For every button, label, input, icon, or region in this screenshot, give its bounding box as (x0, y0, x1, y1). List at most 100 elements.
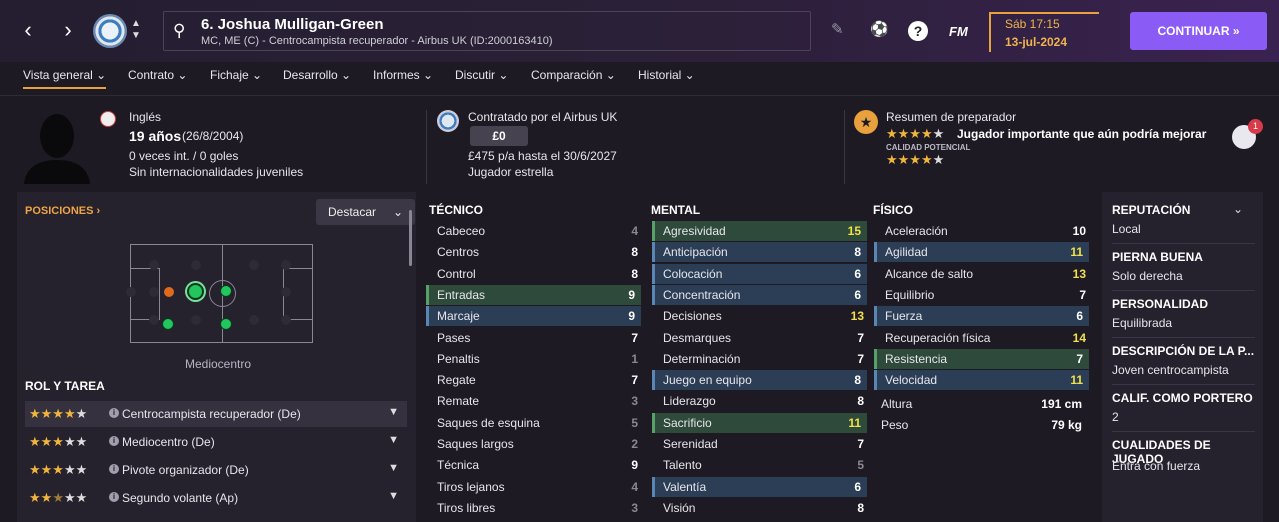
position-dot-main (187, 283, 204, 300)
role-label: Pivote organizador (De) (122, 463, 249, 477)
date-box[interactable]: Sáb 17:15 13-jul-2024 (989, 12, 1099, 52)
highlight-label: Destacar (328, 205, 377, 219)
attribute-name: Entradas (437, 287, 486, 302)
fm-logo[interactable]: FM (949, 24, 968, 39)
attribute-row: Centros 8 (429, 242, 644, 262)
contract-club[interactable]: Contratado por el Airbus UK (468, 110, 617, 124)
weight-label: Peso (881, 418, 909, 432)
edit-icon[interactable]: ✎ (831, 20, 844, 38)
divider (844, 110, 845, 184)
role-row[interactable]: ★★★★★ i Mediocentro (De) ▼ (25, 429, 407, 455)
positions-panel: POSICIONES › Destacar ⌄ Mediocentro ROL Y… (17, 192, 416, 522)
info-icon[interactable]: i (109, 436, 119, 446)
wage: £475 p/a hasta el 30/6/2027 (468, 149, 617, 163)
stars-icon: ★★★★★ (29, 462, 88, 477)
tab-contrato[interactable]: Contrato ⌄ (128, 68, 187, 82)
attribute-name: Recuperación física (885, 330, 991, 345)
tab-vista-general[interactable]: Vista general ⌄ (23, 68, 107, 89)
back-arrow-icon[interactable]: ‹ (18, 18, 38, 42)
attribute-row: Valentía 6 (652, 476, 867, 497)
squad-status: Jugador estrella (468, 165, 554, 179)
ball-icon[interactable]: ⚽ (870, 20, 889, 38)
role-row[interactable]: ★★★★★ i Centrocampista recuperador (De) … (25, 401, 407, 427)
attribute-name: Tiros lejanos (437, 479, 505, 494)
tab-label: Fichaje (210, 68, 249, 82)
attribute-row: Fuerza 6 (874, 306, 1089, 327)
attribute-row: Sacrificio 11 (652, 412, 867, 433)
positions-title: POSICIONES (25, 205, 94, 217)
position-label: Mediocentro (185, 357, 252, 371)
position-pitch (126, 244, 313, 343)
attribute-value: 8 (854, 245, 861, 260)
tab-bar: Vista general ⌄ Contrato ⌄ Fichaje ⌄ Des… (0, 62, 1279, 149)
attribute-row: Entradas 9 (426, 284, 641, 305)
chevron-down-icon[interactable]: ▼ (388, 462, 399, 474)
attribute-value: 2 (631, 437, 638, 451)
attribute-row: Agresividad 15 (652, 221, 867, 241)
attribute-row: Saques largos 2 (429, 434, 644, 454)
tab-fichaje[interactable]: Fichaje ⌄ (210, 68, 262, 82)
age: 19 años (129, 128, 182, 144)
info-icon[interactable]: i (109, 408, 119, 418)
info-icon[interactable]: i (109, 492, 119, 502)
help-icon[interactable]: ? (908, 21, 928, 41)
stars-icon: ★★★★★ (29, 406, 88, 421)
position-dot (220, 318, 232, 330)
attribute-name: Regate (437, 373, 476, 388)
attribute-name: Penaltis (437, 351, 480, 366)
attribute-row: Visión 8 (655, 498, 870, 518)
caps: 0 veces int. / 0 goles (129, 149, 239, 163)
chevron-down-icon[interactable]: ▼ (388, 434, 399, 446)
chevron-down-icon[interactable]: ▼ (388, 490, 399, 502)
attribute-value: 14 (1072, 330, 1086, 345)
player-name: 6. Joshua Mulligan-Green (201, 16, 384, 33)
personality-value: Equilibrada (1112, 316, 1173, 330)
role-row[interactable]: ★★★★★ i Pivote organizador (De) ▼ (25, 457, 407, 483)
attribute-name: Alcance de salto (885, 266, 974, 281)
roles-scrollbar[interactable] (409, 210, 412, 266)
tab-historial[interactable]: Historial ⌄ (638, 68, 695, 82)
top-bar: ‹ › ▲ ▼ ⚲ 6. Joshua Mulligan-Green MC, ME… (0, 0, 1279, 62)
positions-link[interactable]: POSICIONES › (25, 205, 100, 217)
height-value: 191 cm (1041, 397, 1082, 411)
chevron-down-icon[interactable]: ⌄ (1233, 202, 1243, 216)
tab-discutir[interactable]: Discutir ⌄ (455, 68, 508, 82)
tab-informes[interactable]: Informes ⌄ (373, 68, 433, 82)
stars-icon: ★★★★★ (29, 434, 88, 449)
value-pill[interactable]: £0 (470, 126, 528, 146)
forward-arrow-icon[interactable]: › (58, 18, 78, 42)
attribute-name: Desmarques (663, 330, 732, 345)
roles-title: ROL Y TAREA (25, 379, 105, 393)
attribute-row: Remate 3 (429, 391, 644, 411)
attribute-name: Agilidad (885, 245, 928, 260)
attribute-value: 8 (857, 394, 864, 409)
divider (1112, 290, 1255, 291)
player-search-box[interactable]: ⚲ 6. Joshua Mulligan-Green MC, ME (C) - … (163, 11, 811, 51)
attribute-name: Liderazgo (663, 394, 716, 409)
role-row[interactable]: ★★★★★ i Segundo volante (Ap) ▼ (25, 485, 407, 511)
attribute-row: Aceleración 10 (877, 221, 1092, 241)
dob: (26/8/2004) (182, 129, 244, 143)
attribute-value: 13 (850, 309, 864, 324)
tab-comparacion[interactable]: Comparación ⌄ (531, 68, 616, 82)
player-info-strip: Inglés 19 años (26/8/2004) 0 veces int. … (0, 96, 1279, 188)
club-badge-icon[interactable] (93, 14, 127, 48)
height-label: Altura (881, 397, 913, 411)
chevron-down-icon[interactable]: ▼ (388, 406, 399, 418)
attribute-name: Concentración (663, 287, 741, 302)
attribute-value: 7 (857, 351, 864, 366)
highlight-dropdown[interactable]: Destacar ⌄ (316, 199, 415, 225)
continue-button[interactable]: CONTINUAR » (1130, 12, 1267, 50)
attribute-row: Cabeceo 4 (429, 221, 644, 241)
attribute-row: Saques de esquina 5 (429, 413, 644, 433)
tecnico-title: TÉCNICO (429, 203, 483, 217)
attribute-value: 7 (1076, 351, 1083, 366)
attribute-row: Altura 191 cm (873, 394, 1088, 414)
up-down-arrows-icon[interactable]: ▲ ▼ (131, 18, 141, 42)
info-icon[interactable]: i (109, 464, 119, 474)
tab-desarrollo[interactable]: Desarrollo ⌄ (283, 68, 351, 82)
attribute-name: Velocidad (885, 373, 938, 388)
attribute-name: Aceleración (885, 224, 948, 238)
attribute-row: Talento 5 (655, 455, 870, 475)
personality-title: PERSONALIDAD (1112, 297, 1209, 311)
